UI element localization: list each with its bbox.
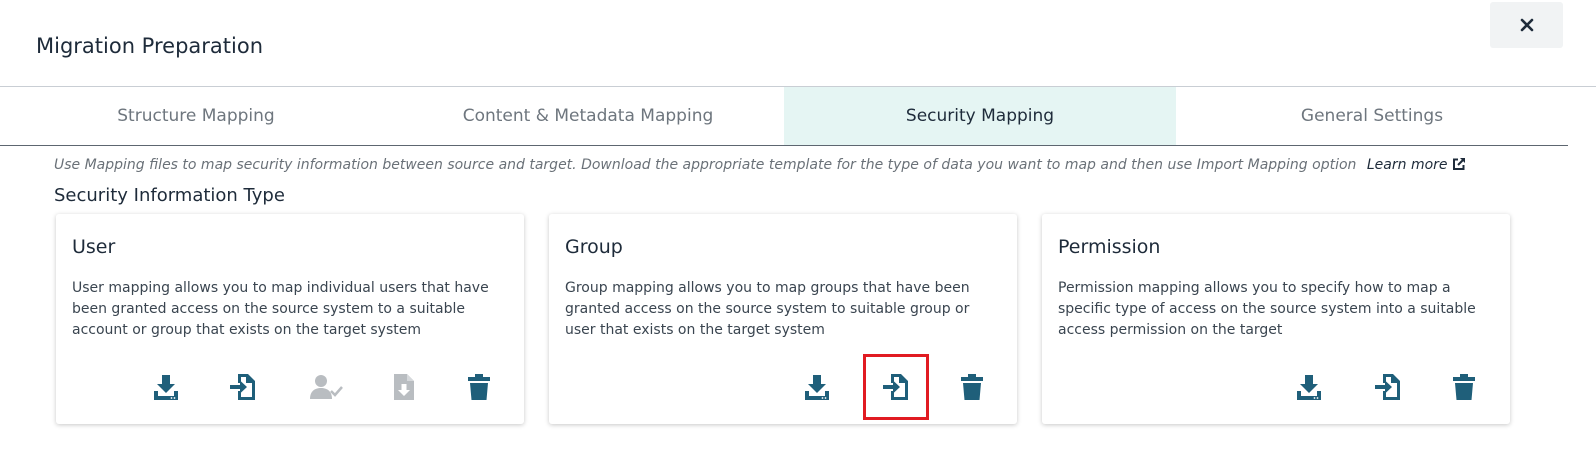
card-description: User mapping allows you to map individua… [72, 280, 489, 338]
import-mapping-icon [883, 374, 908, 400]
card-description: Group mapping allows you to map groups t… [565, 280, 970, 338]
download-template-icon [154, 375, 178, 400]
download-template-button[interactable] [149, 370, 183, 404]
tab-security-mapping[interactable]: Security Mapping [784, 87, 1176, 145]
tab-structure-mapping[interactable]: Structure Mapping [0, 87, 392, 145]
import-mapping-icon [230, 374, 255, 400]
dialog-header: Migration Preparation [0, 0, 1596, 87]
export-file-button[interactable] [387, 370, 421, 404]
card-description: Permission mapping allows you to specify… [1058, 280, 1476, 338]
card-title: Permission [1058, 236, 1161, 258]
card-title: User [72, 236, 116, 258]
dialog-title: Migration Preparation [36, 34, 264, 58]
external-link-icon [1452, 158, 1465, 170]
export-file-icon [394, 374, 414, 400]
download-template-button[interactable] [1292, 370, 1326, 404]
user-check-button[interactable] [309, 370, 343, 404]
download-template-icon [805, 375, 829, 400]
delete-icon [961, 374, 983, 400]
import-mapping-button[interactable] [863, 354, 929, 420]
user-check-icon [310, 375, 343, 399]
delete-icon [1453, 374, 1475, 400]
group-card: Group Group mapping allows you to map gr… [549, 214, 1017, 424]
tab-bar: Structure Mapping Content & Metadata Map… [0, 87, 1568, 146]
tab-content-metadata-mapping[interactable]: Content & Metadata Mapping [392, 87, 784, 145]
import-mapping-button[interactable] [226, 370, 260, 404]
delete-icon [468, 374, 490, 400]
mapping-description: Use Mapping files to map security inform… [54, 157, 1466, 173]
user-card: User User mapping allows you to map indi… [56, 214, 524, 424]
learn-more-label: Learn more [1366, 157, 1448, 173]
close-icon [1520, 18, 1533, 32]
delete-button[interactable] [462, 370, 496, 404]
mapping-description-text: Use Mapping files to map security inform… [54, 157, 1357, 173]
delete-button[interactable] [1447, 370, 1481, 404]
download-template-icon [1297, 375, 1321, 400]
permission-card: Permission Permission mapping allows you… [1042, 214, 1510, 424]
close-button[interactable] [1490, 2, 1563, 48]
section-title: Security Information Type [54, 185, 285, 206]
card-title: Group [565, 236, 623, 258]
tab-general-settings[interactable]: General Settings [1176, 87, 1568, 145]
delete-button[interactable] [955, 370, 989, 404]
import-mapping-button[interactable] [1371, 370, 1405, 404]
import-mapping-icon [1375, 374, 1400, 400]
download-template-button[interactable] [800, 370, 834, 404]
learn-more-link[interactable]: Learn more [1367, 157, 1466, 173]
